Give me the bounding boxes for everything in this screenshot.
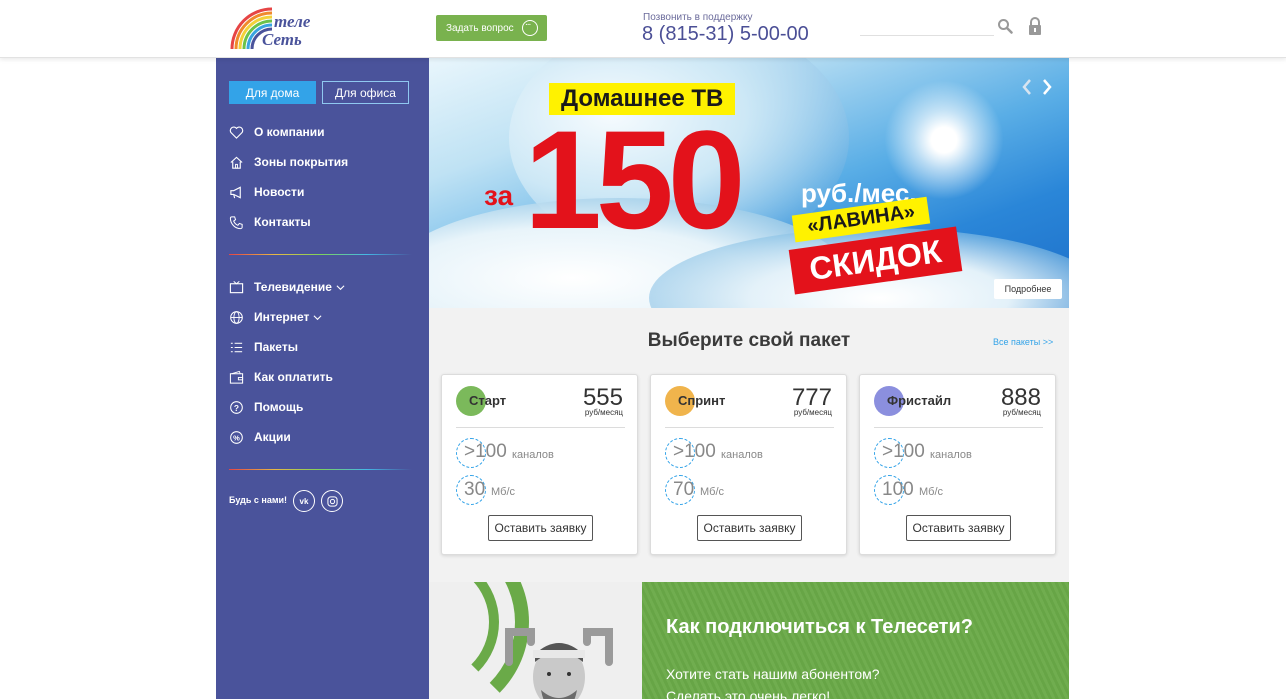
tv-icon — [229, 280, 244, 293]
chevron-down-icon — [336, 284, 345, 290]
channels-unit: каналов — [930, 449, 972, 461]
sidebar-divider — [229, 254, 412, 255]
sidebar-divider — [229, 469, 412, 470]
speed-value: 70 — [673, 479, 695, 500]
connect-text-line2: Сделать это очень легко! — [666, 688, 831, 699]
sidebar-item-label: Акции — [254, 430, 291, 444]
percent-icon: % — [230, 430, 243, 444]
package-card-freestyle: Фристайл 888 руб/месяц >100 каналов 100 … — [859, 374, 1056, 555]
package-card-start: Старт 555 руб/месяц >100 каналов 30 Мб/с… — [441, 374, 638, 555]
sidebar-item-label: Интернет — [254, 310, 310, 324]
tab-office[interactable]: Для офиса — [322, 81, 409, 104]
chevron-down-icon — [313, 314, 322, 320]
site-header: теле Сеть Задать вопрос Позвонить в подд… — [0, 0, 1286, 58]
sidebar-item-label: Помощь — [254, 400, 304, 414]
speed-value: 30 — [464, 479, 486, 500]
package-price-unit: руб/месяц — [1002, 408, 1041, 417]
connect-photo — [429, 582, 642, 699]
connect-text-line1: Хотите стать нашим абонентом? — [666, 666, 880, 682]
speed-unit: Мб/с — [491, 486, 516, 498]
support-phone[interactable]: 8 (815-31) 5-00-00 — [642, 23, 809, 46]
logo-text-bottom: Сеть — [262, 30, 302, 49]
ask-question-label: Задать вопрос — [446, 22, 514, 34]
order-button[interactable]: Оставить заявку — [488, 515, 593, 541]
channels-count: >100 — [882, 441, 925, 462]
card-divider — [665, 427, 834, 428]
banner-za: за — [484, 180, 514, 211]
chat-icon — [522, 17, 538, 36]
sidebar: Для дома Для офиса О компании Зоны покры… — [216, 58, 429, 699]
card-divider — [456, 427, 625, 428]
package-name: Старт — [469, 393, 507, 408]
sidebar-item-internet[interactable]: Интернет — [229, 307, 322, 327]
home-icon — [230, 156, 243, 169]
logo[interactable]: теле Сеть — [228, 5, 320, 51]
logo-text-top: теле — [274, 12, 311, 31]
sidebar-item-label: Контакты — [254, 215, 311, 229]
speed-unit: Мб/с — [919, 486, 944, 498]
slider-next-icon[interactable] — [1041, 78, 1053, 96]
packages-section: Выберите свой пакет Все пакеты >> Старт … — [429, 308, 1069, 582]
sidebar-item-tv[interactable]: Телевидение — [229, 277, 345, 297]
banner-more-button[interactable]: Подробнее — [994, 279, 1062, 299]
package-name: Фристайл — [887, 393, 952, 408]
speed-unit: Мб/с — [700, 486, 725, 498]
sidebar-item-label: Телевидение — [254, 280, 332, 294]
sidebar-item-label: О компании — [254, 125, 325, 139]
phone-icon — [229, 215, 243, 229]
sidebar-item-label: Зоны покрытия — [254, 155, 349, 169]
tab-home[interactable]: Для дома — [229, 81, 316, 104]
all-packages-link[interactable]: Все пакеты >> — [993, 337, 1053, 347]
connect-title: Как подключиться к Телесети? — [666, 616, 973, 638]
heart-icon — [229, 126, 244, 139]
slider-prev-icon[interactable] — [1021, 78, 1033, 96]
connect-section: Как подключиться к Телесети? Хотите стат… — [642, 582, 1069, 699]
sidebar-item-contacts[interactable]: Контакты — [229, 212, 311, 232]
globe-icon — [230, 310, 243, 324]
speed-value: 100 — [882, 479, 914, 500]
package-card-sprint: Спринт 777 руб/месяц >100 каналов 70 Мб/… — [650, 374, 847, 555]
search-underline — [860, 35, 994, 36]
person-photo — [505, 628, 613, 699]
channels-count: >100 — [464, 441, 507, 462]
sidebar-item-coverage[interactable]: Зоны покрытия — [229, 152, 348, 172]
package-price-unit: руб/месяц — [793, 408, 832, 417]
banner-price: 150 — [524, 101, 746, 258]
packages-title: Выберите свой пакет — [647, 330, 851, 351]
support-label: Позвонить в поддержку — [643, 12, 753, 23]
channels-unit: каналов — [721, 449, 763, 461]
channels-unit: каналов — [512, 449, 554, 461]
lock-icon[interactable] — [1027, 16, 1043, 36]
sidebar-item-promo[interactable]: % Акции — [229, 427, 291, 447]
ask-question-button[interactable]: Задать вопрос — [436, 15, 547, 41]
search-icon[interactable] — [997, 18, 1013, 34]
sidebar-item-label: Как оплатить — [254, 370, 333, 384]
sidebar-item-about[interactable]: О компании — [229, 122, 325, 142]
card-divider — [874, 427, 1043, 428]
search-input[interactable] — [860, 16, 990, 34]
order-button[interactable]: Оставить заявку — [906, 515, 1011, 541]
wallet-icon — [229, 370, 244, 384]
package-price-unit: руб/месяц — [584, 408, 623, 417]
list-icon — [230, 342, 243, 352]
question-icon: ? — [230, 400, 243, 414]
order-button[interactable]: Оставить заявку — [697, 515, 802, 541]
sidebar-item-label: Пакеты — [254, 340, 298, 354]
megaphone-icon — [230, 185, 241, 199]
channels-count: >100 — [673, 441, 716, 462]
sidebar-item-packages[interactable]: Пакеты — [229, 337, 298, 357]
instagram-glyph — [326, 495, 338, 507]
package-name: Спринт — [678, 393, 726, 408]
sidebar-item-payment[interactable]: Как оплатить — [229, 367, 333, 387]
svg-text:?: ? — [234, 402, 239, 412]
vk-label: vk — [299, 496, 309, 506]
sidebar-item-news[interactable]: Новости — [229, 182, 304, 202]
promo-banner[interactable]: Домашнее ТВ за 150 руб./мес. СКИДОК «ЛАВ… — [429, 58, 1069, 308]
sidebar-item-label: Новости — [254, 185, 305, 199]
svg-text:%: % — [233, 433, 240, 442]
vk-icon[interactable]: vk — [293, 490, 315, 512]
instagram-icon[interactable] — [321, 490, 343, 512]
sidebar-item-help[interactable]: ? Помощь — [229, 397, 303, 417]
social-label: Будь с нами! — [229, 495, 288, 505]
